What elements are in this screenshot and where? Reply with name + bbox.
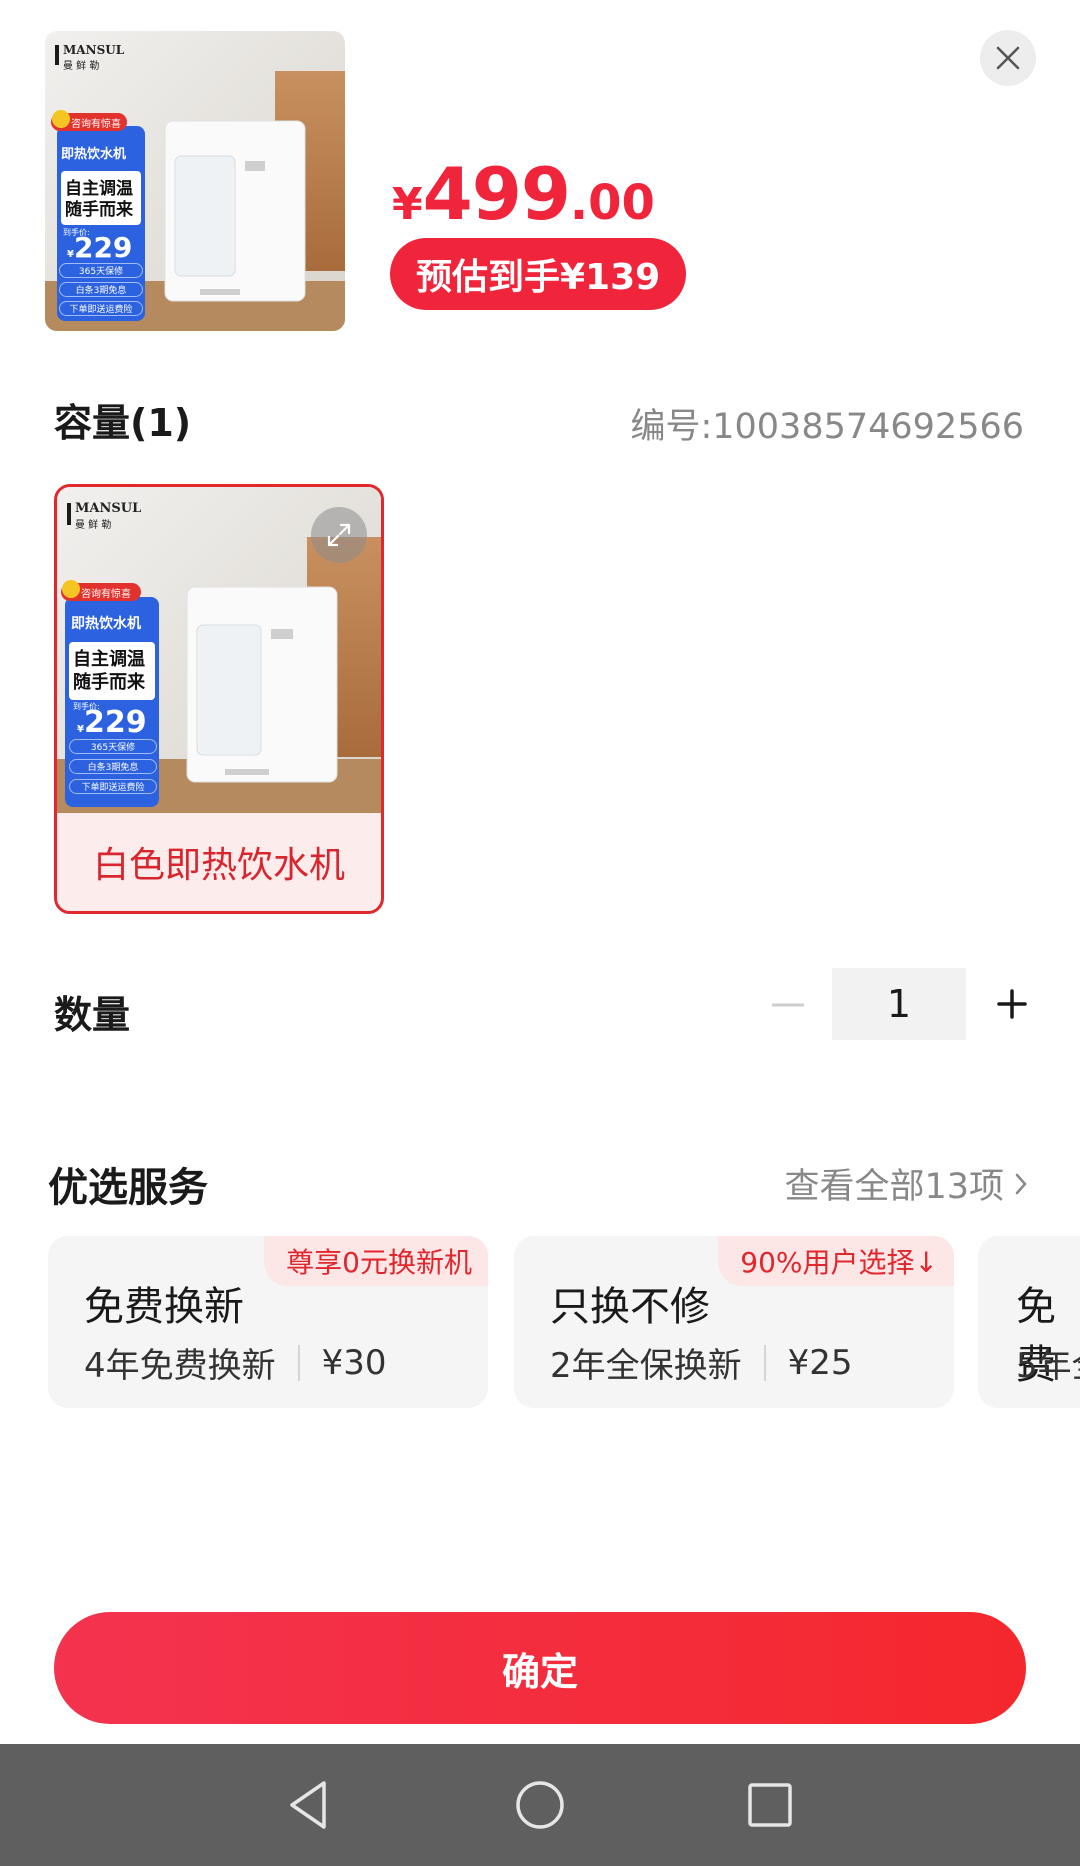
image-promo-tag: 咨询有惊喜 (71, 119, 121, 130)
image-price: ¥229 (67, 231, 133, 264)
close-icon (996, 46, 1020, 70)
variant-image-price: ¥229 (77, 705, 147, 740)
expand-image-button[interactable] (311, 507, 367, 563)
service-price: ¥25 (787, 1342, 853, 1383)
variant-image-promo-tag: 咨询有惊喜 (81, 589, 131, 600)
spec-title: 容量(1) (54, 401, 192, 445)
quantity-increase-button[interactable] (988, 980, 1036, 1028)
image-brand-cn-text: 曼 鲜 勒 (63, 61, 100, 72)
service-divider (297, 1344, 300, 1381)
service-detail: 2年全保换新 ¥25 (550, 1338, 853, 1387)
sku-selector-sheet: MANSUL 曼 鲜 勒 咨询有惊喜 即热饮水机 自主调温 随手而来 到手价: … (0, 0, 1080, 1744)
image-perk-2: 白条3期免息 (59, 282, 143, 297)
product-price: ¥ 499 .00 (392, 158, 655, 230)
service-price: ¥30 (321, 1342, 387, 1383)
nav-home-button[interactable] (512, 1777, 568, 1833)
expand-icon (327, 523, 351, 547)
chevron-right-icon (1015, 1173, 1027, 1194)
service-card[interactable]: 90%用户选择↓ 只换不修 2年全保换新 ¥25 (514, 1236, 954, 1408)
image-perk-1: 365天保修 (59, 263, 143, 278)
service-desc: 4年免费换新 (84, 1346, 276, 1386)
product-thumbnail[interactable]: MANSUL 曼 鲜 勒 咨询有惊喜 即热饮水机 自主调温 随手而来 到手价: … (45, 31, 345, 331)
home-circle-icon (516, 1781, 564, 1829)
nav-recents-button[interactable] (742, 1777, 798, 1833)
service-name: 只换不修 (550, 1284, 710, 1330)
variant-image-perk-1: 365天保修 (69, 739, 157, 754)
service-tag: 尊享0元换新机 (264, 1236, 488, 1286)
variant-image: MANSUL 曼 鲜 勒 咨询有惊喜 即热饮水机 自主调温 随手而来 到手价: … (57, 487, 381, 813)
price-integer: 499 (422, 152, 571, 236)
close-button[interactable] (980, 30, 1036, 86)
service-card[interactable]: 尊享0元换新机 免费换新 4年免费换新 ¥30 (48, 1236, 488, 1408)
variant-image-perk-3: 下单即送运费险 (69, 779, 157, 794)
variant-image-title: 即热饮水机 (71, 616, 141, 632)
image-brand-text: MANSUL (63, 43, 125, 57)
service-desc: 2年全保换新 (550, 1346, 742, 1386)
confirm-button[interactable]: 确定 (54, 1612, 1026, 1724)
estimated-price-badge: 预估到手¥139 (390, 238, 687, 310)
service-card[interactable]: 免费 5年全 (978, 1236, 1080, 1408)
service-detail: 4年免费换新 ¥30 (84, 1338, 387, 1387)
back-triangle-icon (290, 1781, 326, 1829)
variant-label: 白色即热饮水机 (57, 813, 381, 911)
variant-option-white[interactable]: MANSUL 曼 鲜 勒 咨询有惊喜 即热饮水机 自主调温 随手而来 到手价: … (54, 484, 384, 914)
recents-square-icon (748, 1783, 792, 1827)
image-slogan-2: 随手而来 (65, 200, 133, 220)
price-currency: ¥ (392, 179, 423, 230)
service-tag: 90%用户选择↓ (718, 1236, 954, 1286)
variant-image-brand: MANSUL (75, 501, 142, 516)
system-nav-bar (0, 1744, 1080, 1866)
view-all-label: 查看全部13项 (784, 1167, 1004, 1207)
image-title: 即热饮水机 (61, 147, 127, 162)
view-all-services-link[interactable]: 查看全部13项 (784, 1158, 1028, 1209)
variant-image-brand-cn: 曼 鲜 勒 (75, 520, 112, 531)
service-desc: 5年全 (1016, 1346, 1080, 1386)
quantity-decrease-button[interactable] (768, 985, 808, 1025)
quantity-title: 数量 (54, 993, 131, 1037)
service-name: 免费换新 (84, 1284, 244, 1330)
product-serial: 编号:10038574692566 (630, 407, 1024, 447)
image-perk-3: 下单即送运费险 (59, 301, 143, 316)
services-title: 优选服务 (48, 1165, 208, 1211)
variant-image-perk-2: 白条3期免息 (69, 759, 157, 774)
plus-icon (997, 989, 1027, 1019)
price-decimal: .00 (569, 175, 655, 231)
service-detail: 5年全 (1016, 1338, 1080, 1387)
nav-back-button[interactable] (280, 1777, 336, 1833)
variant-image-slogan-2: 随手而来 (73, 672, 145, 693)
minus-icon (772, 1003, 804, 1007)
service-divider (763, 1344, 766, 1381)
quantity-input[interactable]: 1 (832, 968, 966, 1040)
